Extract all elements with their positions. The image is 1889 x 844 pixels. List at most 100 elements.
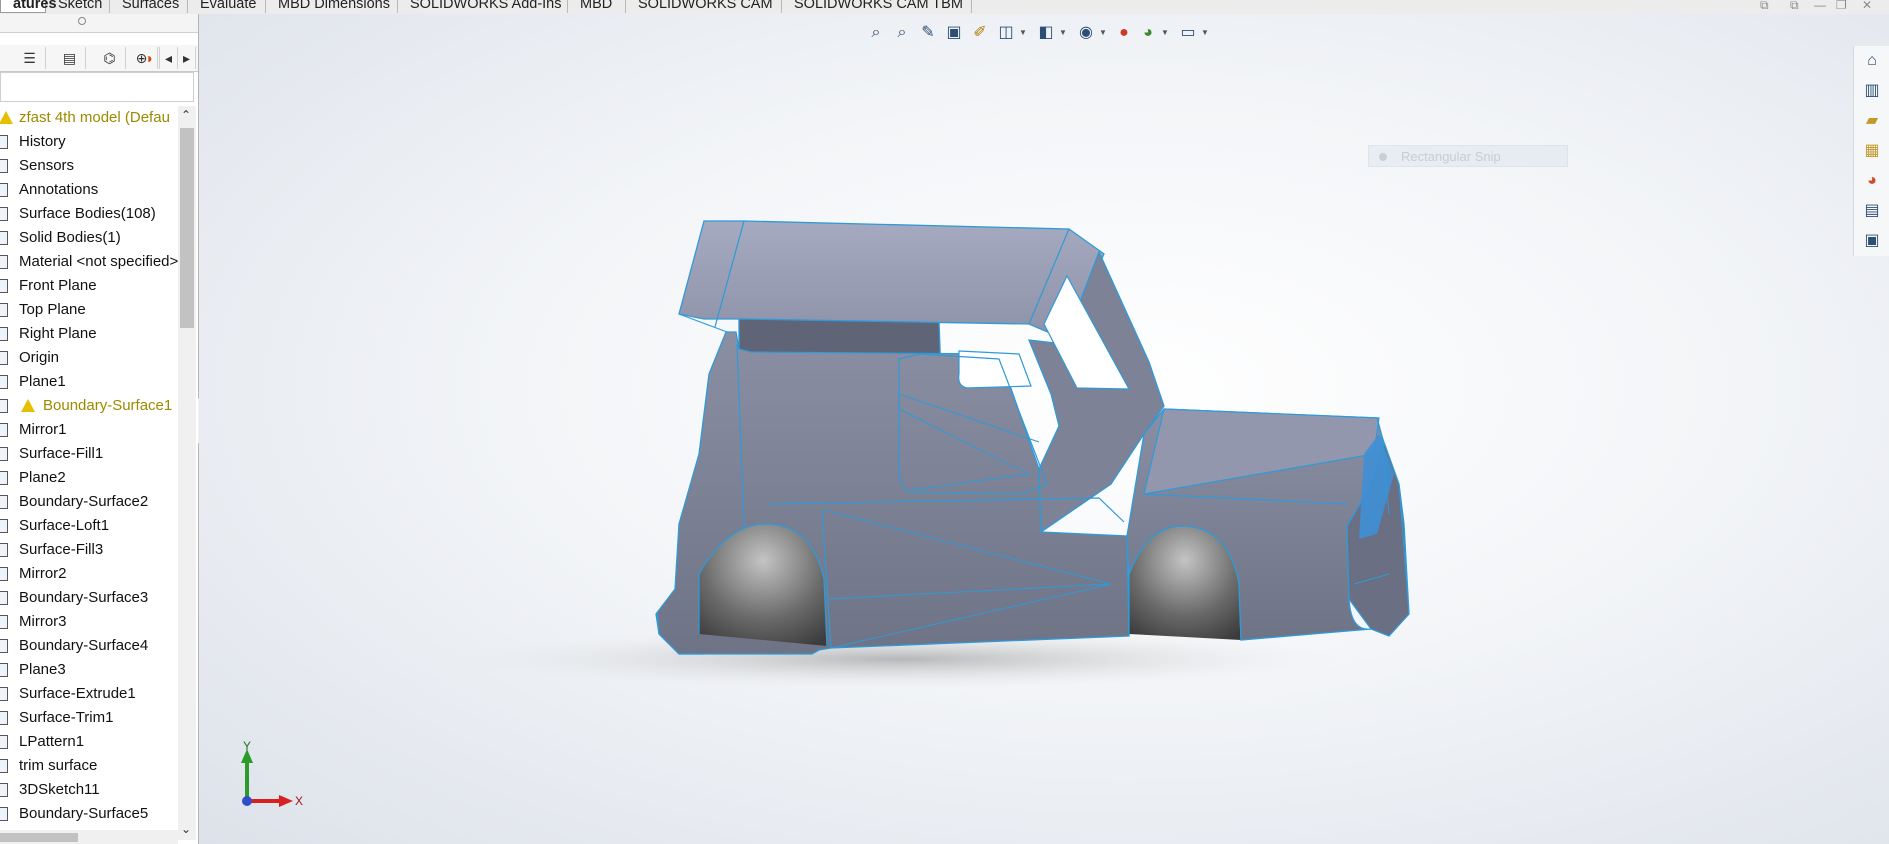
tree-item-label: Boundary-Surface2 (19, 493, 149, 510)
tree-item-label: Top Plane (19, 301, 86, 318)
tab-mbd-dimensions[interactable]: MBD Dimensions (266, 0, 398, 13)
tab-sketch[interactable]: Sketch (46, 0, 110, 13)
tree-filter-box[interactable] (0, 72, 194, 102)
3dsketch-icon (0, 783, 8, 797)
tab-solidworks-cam-tbm[interactable]: SOLIDWORKS CAM TBM (782, 0, 972, 13)
command-manager-tabs: atures Sketch Surfaces Evaluate MBD Dime… (0, 0, 1889, 15)
triad-y-label: Y (243, 739, 251, 753)
boundary-surface-icon (0, 399, 8, 413)
restore-icon[interactable]: ⧉ (1790, 0, 1799, 13)
tree-item[interactable]: Boundary-Surface4 (0, 634, 178, 658)
tree-root[interactable]: zfast 4th model (Defau (0, 106, 178, 130)
tree-item[interactable]: Plane2 (0, 466, 178, 490)
tree-item[interactable]: History (0, 130, 178, 154)
tree-item[interactable]: 3DSketch11 (0, 778, 178, 802)
scroll-up-icon[interactable]: ⌃ (181, 108, 191, 122)
mirror-icon (0, 615, 8, 629)
forum-icon[interactable]: ▣ (1861, 230, 1883, 252)
collapse-icon[interactable]: ⧉ (1760, 0, 1769, 13)
triad-origin (242, 796, 252, 806)
tree-item[interactable]: trim surface (0, 754, 178, 778)
tree-item[interactable]: Surface-Fill1 (0, 442, 178, 466)
tree-item[interactable]: Sensors (0, 154, 178, 178)
3d-model[interactable] (199, 14, 1889, 844)
tree-item-label: Mirror2 (19, 565, 67, 582)
scrollbar-thumb[interactable] (180, 128, 194, 328)
surface-loft-icon (0, 519, 8, 533)
design-library-icon[interactable]: ▥ (1861, 80, 1883, 102)
property-manager-tab-icon[interactable]: ▤ (54, 47, 86, 69)
tree-item[interactable]: Mirror2 (0, 562, 178, 586)
feature-tree: zfast 4th model (Defau History Sensors Ann… (0, 106, 178, 840)
tree-item[interactable]: Material <not specified> (0, 250, 178, 274)
folder-icon (0, 759, 8, 773)
feature-manager-tab-icon[interactable]: ☰ (14, 47, 46, 69)
tab-solidworks-cam[interactable]: SOLIDWORKS CAM (626, 0, 782, 13)
mirror-icon (0, 423, 8, 437)
tab-solidworks-add-ins[interactable]: SOLIDWORKS Add-Ins (398, 0, 568, 13)
minimize-icon[interactable]: — (1814, 0, 1826, 12)
tree-item[interactable]: LPattern1 (0, 730, 178, 754)
scroll-down-icon[interactable]: ⌄ (181, 822, 191, 836)
tree-item-label: Plane3 (19, 661, 66, 678)
triad-x-label: X (295, 794, 303, 808)
home-icon[interactable]: ⌂ (1861, 50, 1883, 72)
tree-item-label: Surface-Fill1 (19, 445, 104, 462)
display-manager-tab-icon[interactable]: ◑ (138, 47, 160, 69)
appearances-icon[interactable]: ◕ (1861, 170, 1883, 192)
tree-item[interactable]: Mirror1 (0, 418, 178, 442)
mirror-icon (0, 567, 8, 581)
view-palette-icon[interactable]: ▦ (1861, 140, 1883, 162)
tree-horizontal-scrollbar[interactable] (0, 830, 178, 844)
tree-item[interactable]: Surface-Fill3 (0, 538, 178, 562)
tree-item[interactable]: Boundary-Surface1 (0, 394, 178, 418)
history-icon (0, 135, 8, 149)
tree-item-label: Origin (19, 349, 60, 366)
tree-item[interactable]: Plane3 (0, 658, 178, 682)
custom-properties-icon[interactable]: ▤ (1861, 200, 1883, 222)
tree-item[interactable]: Mirror3 (0, 610, 178, 634)
tree-item[interactable]: Surface-Extrude1 (0, 682, 178, 706)
tree-item-label: 3DSketch11 (19, 781, 100, 798)
grip-dot-icon (78, 17, 86, 25)
tree-item[interactable]: Front Plane (0, 274, 178, 298)
tree-item-label: Solid Bodies(1) (19, 229, 121, 246)
tree-item-label: Plane2 (19, 469, 66, 486)
tree-item[interactable]: Boundary-Surface5 (0, 802, 178, 826)
tab-scroll-right-icon[interactable]: ▸ (178, 47, 196, 69)
tree-item[interactable]: Boundary-Surface3 (0, 586, 178, 610)
tree-item[interactable]: Right Plane (0, 322, 178, 346)
file-explorer-icon[interactable]: ▰ (1861, 110, 1883, 132)
tree-item-label: History (19, 133, 66, 150)
tree-item-label: LPattern1 (19, 733, 85, 750)
configuration-manager-tab-icon[interactable]: ⌬ (94, 47, 126, 69)
tree-item-label: Plane1 (19, 373, 66, 390)
tree-item-label: Right Plane (19, 325, 97, 342)
tab-features[interactable]: atures (0, 0, 57, 13)
tree-item[interactable]: Solid Bodies(1) (0, 226, 178, 250)
tab-evaluate[interactable]: Evaluate (188, 0, 266, 13)
tree-item[interactable]: Plane1 (0, 370, 178, 394)
feature-manager-tabs: ☰ ▤ ⌬ ⊕ ◑ ◂ ▸ (0, 45, 198, 72)
scrollbar-thumb[interactable] (0, 833, 78, 842)
tree-item[interactable]: Annotations (0, 178, 178, 202)
tab-mbd[interactable]: MBD (568, 0, 626, 13)
surface-fill-icon (0, 543, 8, 557)
origin-icon (0, 351, 8, 365)
graphics-area[interactable]: ⌕ ⌕ ✎ ▣ ✐ ◫ ▼ ◧ ▼ ◉ ▼ ● ◕ ▼ ▭ ▼ Rectangu… (199, 14, 1889, 844)
maximize-icon[interactable]: ❐ (1836, 0, 1847, 12)
surface-extrude-icon (0, 687, 8, 701)
tree-item[interactable]: Boundary-Surface2 (0, 490, 178, 514)
close-icon[interactable]: ✕ (1862, 0, 1872, 12)
tree-item-label: Material <not specified> (19, 253, 178, 270)
tree-item[interactable]: Origin (0, 346, 178, 370)
tree-item[interactable]: Surface-Trim1 (0, 706, 178, 730)
tree-item-label: Mirror1 (19, 421, 67, 438)
tab-scroll-left-icon[interactable]: ◂ (160, 47, 178, 69)
panel-grip[interactable] (0, 14, 198, 33)
tree-item[interactable]: Surface-Loft1 (0, 514, 178, 538)
tab-surfaces[interactable]: Surfaces (110, 0, 188, 13)
tree-item[interactable]: Top Plane (0, 298, 178, 322)
tree-vertical-scrollbar[interactable]: ⌃ ⌄ (178, 106, 196, 840)
tree-item[interactable]: Surface Bodies(108) (0, 202, 178, 226)
